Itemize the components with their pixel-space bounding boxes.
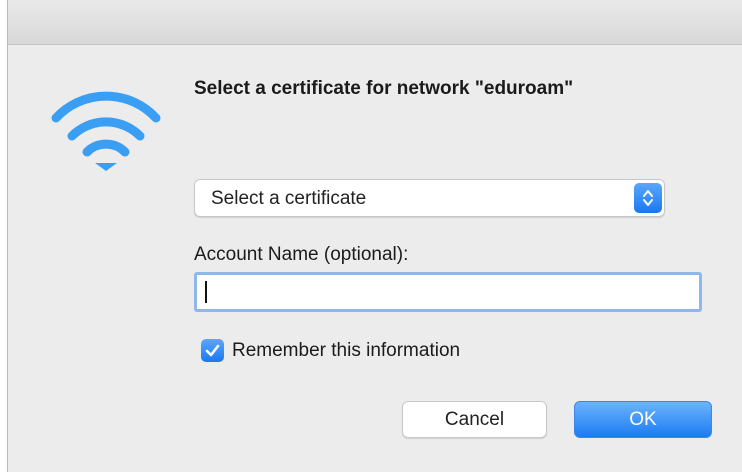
wifi-icon [48,84,164,176]
ok-button[interactable]: OK [574,401,712,438]
certificate-select[interactable]: Select a certificate [194,179,665,217]
certificate-select-value: Select a certificate [211,188,367,209]
remember-label[interactable]: Remember this information [232,340,460,362]
account-name-label: Account Name (optional): [194,244,409,265]
checkmark-icon [205,344,220,357]
dialog-title: Select a certificate for network "eduroa… [194,78,574,99]
remember-checkbox[interactable] [201,339,224,362]
certificate-dialog-window: Select a certificate for network "eduroa… [7,0,742,472]
account-name-input[interactable] [194,272,702,312]
select-arrows-icon[interactable] [634,183,662,213]
text-cursor [205,281,207,303]
cancel-button[interactable]: Cancel [402,401,547,438]
title-bar[interactable] [8,0,742,45]
